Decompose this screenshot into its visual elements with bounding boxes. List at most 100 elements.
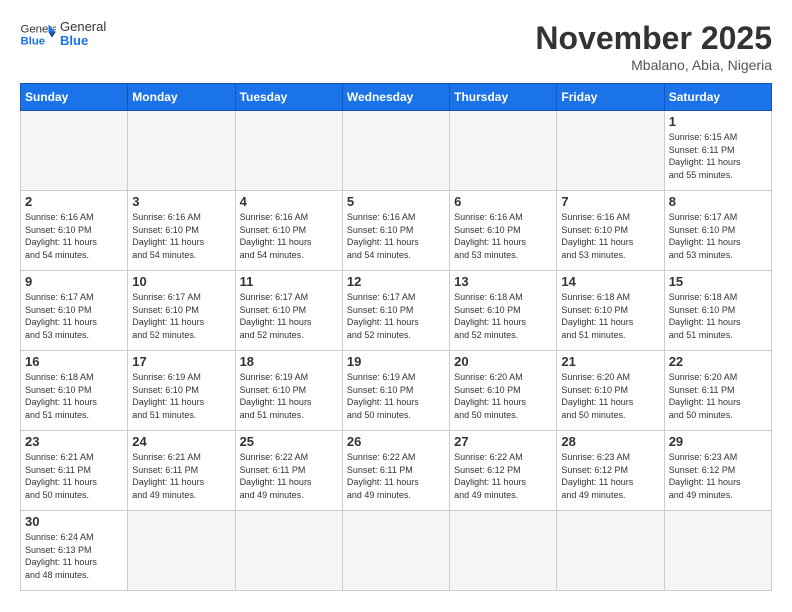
weekday-header-monday: Monday — [128, 84, 235, 111]
calendar-cell: 5 Sunrise: 6:16 AM Sunset: 6:10 PM Daylig… — [342, 191, 449, 271]
day-number: 17 — [132, 354, 230, 369]
logo-general: General — [60, 20, 106, 34]
week-row-2: 2 Sunrise: 6:16 AM Sunset: 6:10 PM Daylig… — [21, 191, 772, 271]
day-info: Sunrise: 6:16 AM Sunset: 6:10 PM Dayligh… — [25, 211, 123, 261]
calendar-cell: 27 Sunrise: 6:22 AM Sunset: 6:12 PM Dayli… — [450, 431, 557, 511]
day-number: 23 — [25, 434, 123, 449]
day-info: Sunrise: 6:18 AM Sunset: 6:10 PM Dayligh… — [669, 291, 767, 341]
calendar-cell: 24Sunrise: 6:21 AM Sunset: 6:11 PM Dayli… — [128, 431, 235, 511]
day-number: 30 — [25, 514, 123, 529]
weekday-header-saturday: Saturday — [664, 84, 771, 111]
weekday-header-friday: Friday — [557, 84, 664, 111]
calendar-cell — [128, 511, 235, 591]
weekday-header-wednesday: Wednesday — [342, 84, 449, 111]
calendar-cell: 21 Sunrise: 6:20 AM Sunset: 6:10 PM Dayli… — [557, 351, 664, 431]
day-info: Sunrise: 6:21 AM Sunset: 6:11 PM Dayligh… — [132, 451, 230, 501]
day-info: Sunrise: 6:16 AM Sunset: 6:10 PM Dayligh… — [347, 211, 445, 261]
calendar-cell — [342, 511, 449, 591]
day-number: 10 — [132, 274, 230, 289]
weekday-header-row: SundayMondayTuesdayWednesdayThursdayFrid… — [21, 84, 772, 111]
day-info: Sunrise: 6:16 AM Sunset: 6:10 PM Dayligh… — [240, 211, 338, 261]
calendar-cell: 28Sunrise: 6:23 AM Sunset: 6:12 PM Dayli… — [557, 431, 664, 511]
calendar-cell: 20 Sunrise: 6:20 AM Sunset: 6:10 PM Dayli… — [450, 351, 557, 431]
day-info: Sunrise: 6:16 AM Sunset: 6:10 PM Dayligh… — [454, 211, 552, 261]
day-info: Sunrise: 6:22 AM Sunset: 6:11 PM Dayligh… — [347, 451, 445, 501]
day-number: 7 — [561, 194, 659, 209]
calendar-cell: 17Sunrise: 6:19 AM Sunset: 6:10 PM Dayli… — [128, 351, 235, 431]
day-number: 21 — [561, 354, 659, 369]
day-number: 14 — [561, 274, 659, 289]
day-number: 16 — [25, 354, 123, 369]
day-info: Sunrise: 6:21 AM Sunset: 6:11 PM Dayligh… — [25, 451, 123, 501]
day-info: Sunrise: 6:20 AM Sunset: 6:10 PM Dayligh… — [454, 371, 552, 421]
calendar-cell — [557, 511, 664, 591]
calendar-cell — [128, 111, 235, 191]
calendar-cell: 15 Sunrise: 6:18 AM Sunset: 6:10 PM Dayli… — [664, 271, 771, 351]
day-info: Sunrise: 6:18 AM Sunset: 6:10 PM Dayligh… — [25, 371, 123, 421]
day-number: 2 — [25, 194, 123, 209]
day-number: 29 — [669, 434, 767, 449]
calendar-cell — [235, 111, 342, 191]
day-number: 27 — [454, 434, 552, 449]
calendar-cell: 2 Sunrise: 6:16 AM Sunset: 6:10 PM Daylig… — [21, 191, 128, 271]
day-number: 25 — [240, 434, 338, 449]
week-row-1: 1 Sunrise: 6:15 AM Sunset: 6:11 PM Daylig… — [21, 111, 772, 191]
day-number: 18 — [240, 354, 338, 369]
calendar-cell: 25Sunrise: 6:22 AM Sunset: 6:11 PM Dayli… — [235, 431, 342, 511]
calendar-cell: 10 Sunrise: 6:17 AM Sunset: 6:10 PM Dayli… — [128, 271, 235, 351]
title-block: November 2025 Mbalano, Abia, Nigeria — [535, 20, 772, 73]
calendar-table: SundayMondayTuesdayWednesdayThursdayFrid… — [20, 83, 772, 591]
day-number: 20 — [454, 354, 552, 369]
day-info: Sunrise: 6:15 AM Sunset: 6:11 PM Dayligh… — [669, 131, 767, 181]
calendar-cell: 3Sunrise: 6:16 AM Sunset: 6:10 PM Daylig… — [128, 191, 235, 271]
day-number: 28 — [561, 434, 659, 449]
week-row-5: 23 Sunrise: 6:21 AM Sunset: 6:11 PM Dayli… — [21, 431, 772, 511]
calendar-cell: 6 Sunrise: 6:16 AM Sunset: 6:10 PM Daylig… — [450, 191, 557, 271]
weekday-header-thursday: Thursday — [450, 84, 557, 111]
calendar-cell: 16 Sunrise: 6:18 AM Sunset: 6:10 PM Dayli… — [21, 351, 128, 431]
day-info: Sunrise: 6:23 AM Sunset: 6:12 PM Dayligh… — [669, 451, 767, 501]
calendar-cell — [342, 111, 449, 191]
day-info: Sunrise: 6:17 AM Sunset: 6:10 PM Dayligh… — [669, 211, 767, 261]
calendar-cell — [450, 511, 557, 591]
day-info: Sunrise: 6:17 AM Sunset: 6:10 PM Dayligh… — [25, 291, 123, 341]
calendar-cell: 19 Sunrise: 6:19 AM Sunset: 6:10 PM Dayli… — [342, 351, 449, 431]
calendar-cell: 12Sunrise: 6:17 AM Sunset: 6:10 PM Dayli… — [342, 271, 449, 351]
logo-icon: General Blue — [20, 20, 56, 48]
day-info: Sunrise: 6:19 AM Sunset: 6:10 PM Dayligh… — [347, 371, 445, 421]
day-info: Sunrise: 6:22 AM Sunset: 6:12 PM Dayligh… — [454, 451, 552, 501]
week-row-3: 9 Sunrise: 6:17 AM Sunset: 6:10 PM Daylig… — [21, 271, 772, 351]
day-number: 1 — [669, 114, 767, 129]
day-info: Sunrise: 6:24 AM Sunset: 6:13 PM Dayligh… — [25, 531, 123, 581]
day-number: 11 — [240, 274, 338, 289]
day-number: 6 — [454, 194, 552, 209]
calendar-cell — [450, 111, 557, 191]
day-info: Sunrise: 6:17 AM Sunset: 6:10 PM Dayligh… — [240, 291, 338, 341]
calendar-cell: 29 Sunrise: 6:23 AM Sunset: 6:12 PM Dayli… — [664, 431, 771, 511]
day-number: 4 — [240, 194, 338, 209]
calendar-cell — [664, 511, 771, 591]
day-number: 8 — [669, 194, 767, 209]
day-number: 5 — [347, 194, 445, 209]
day-number: 15 — [669, 274, 767, 289]
day-number: 19 — [347, 354, 445, 369]
calendar-cell: 26Sunrise: 6:22 AM Sunset: 6:11 PM Dayli… — [342, 431, 449, 511]
week-row-4: 16 Sunrise: 6:18 AM Sunset: 6:10 PM Dayli… — [21, 351, 772, 431]
day-number: 13 — [454, 274, 552, 289]
day-info: Sunrise: 6:16 AM Sunset: 6:10 PM Dayligh… — [561, 211, 659, 261]
calendar-cell: 30 Sunrise: 6:24 AM Sunset: 6:13 PM Dayli… — [21, 511, 128, 591]
month-title: November 2025 — [535, 20, 772, 57]
day-number: 12 — [347, 274, 445, 289]
day-info: Sunrise: 6:18 AM Sunset: 6:10 PM Dayligh… — [454, 291, 552, 341]
day-info: Sunrise: 6:17 AM Sunset: 6:10 PM Dayligh… — [132, 291, 230, 341]
day-number: 9 — [25, 274, 123, 289]
calendar-cell: 14Sunrise: 6:18 AM Sunset: 6:10 PM Dayli… — [557, 271, 664, 351]
day-info: Sunrise: 6:20 AM Sunset: 6:10 PM Dayligh… — [561, 371, 659, 421]
calendar-cell: 8 Sunrise: 6:17 AM Sunset: 6:10 PM Daylig… — [664, 191, 771, 271]
weekday-header-tuesday: Tuesday — [235, 84, 342, 111]
location: Mbalano, Abia, Nigeria — [535, 57, 772, 73]
day-number: 3 — [132, 194, 230, 209]
day-info: Sunrise: 6:20 AM Sunset: 6:11 PM Dayligh… — [669, 371, 767, 421]
calendar-cell: 23 Sunrise: 6:21 AM Sunset: 6:11 PM Dayli… — [21, 431, 128, 511]
calendar-cell: 18Sunrise: 6:19 AM Sunset: 6:10 PM Dayli… — [235, 351, 342, 431]
